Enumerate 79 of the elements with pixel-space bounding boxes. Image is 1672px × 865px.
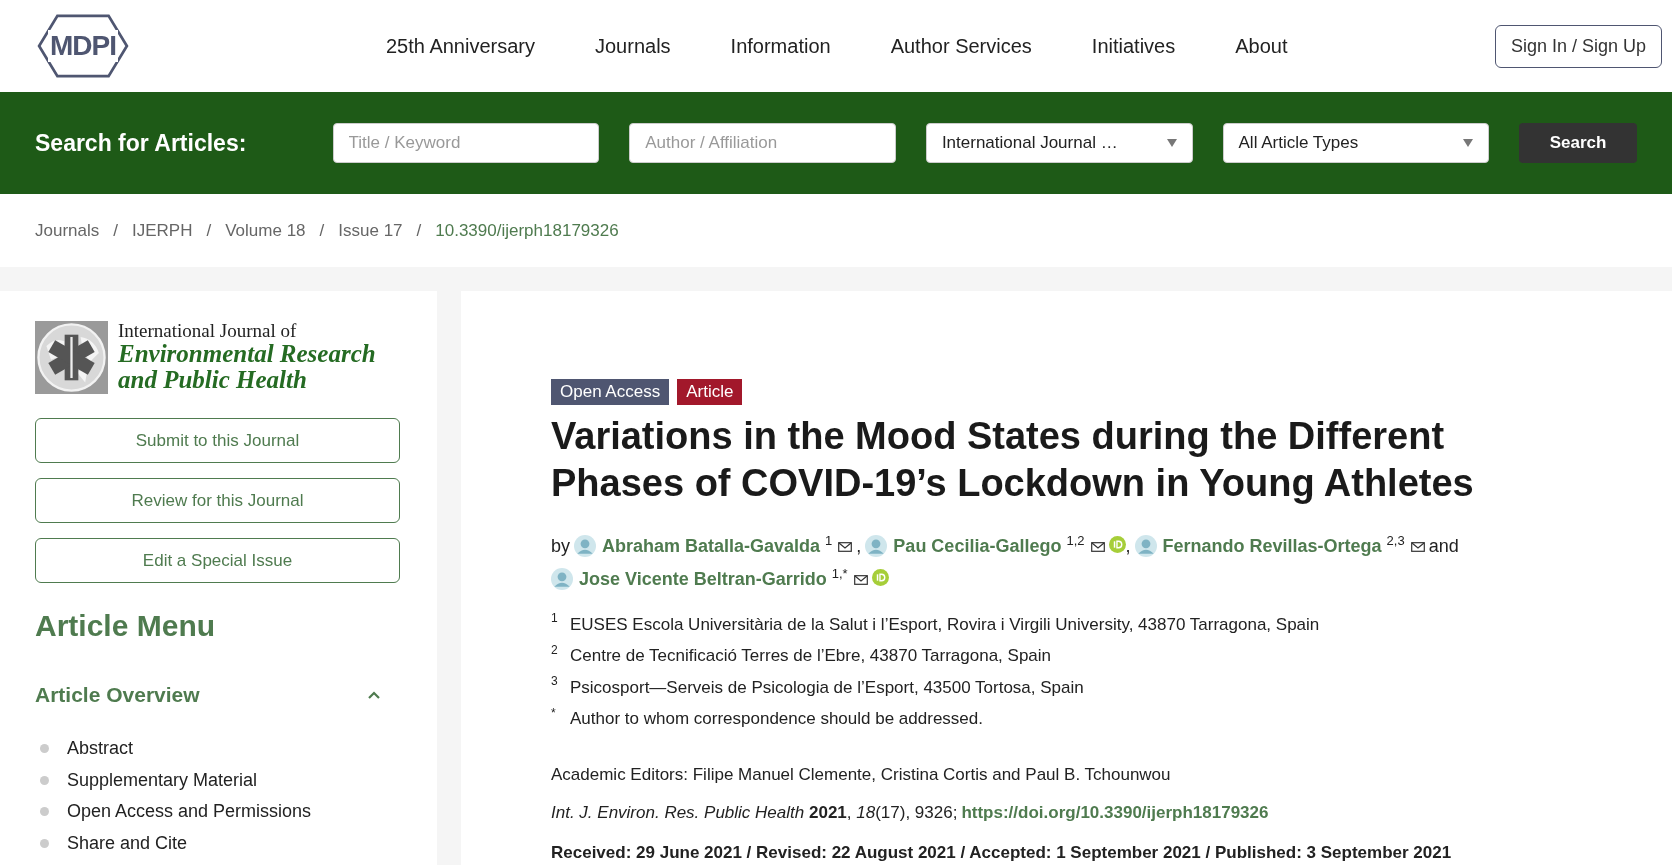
breadcrumb-separator: / — [319, 220, 325, 241]
article-tag: Article — [677, 379, 743, 405]
dates-text: Received: 29 June 2021 / Revised: 22 August 2021 / Accepted: 1 September 2021 / Published: 3 September 2021 — [551, 843, 1453, 863]
mdpi-logo[interactable]: MDPI — [35, 14, 131, 78]
affiliation-text: EUSES Escola Universitària de la Salut i l’Esport, Rovira i Virgili University, 43870 Tarragona, Spain — [570, 614, 1320, 635]
breadcrumb-separator: / — [416, 220, 422, 241]
envelope-icon[interactable] — [838, 542, 853, 552]
envelope-icon[interactable] — [1410, 542, 1425, 552]
menu-link[interactable]: Share and Cite — [67, 832, 188, 854]
breadcrumb-link[interactable]: Journals — [35, 220, 100, 241]
affiliation-mark: * — [551, 705, 557, 720]
affiliation-mark: 3 — [551, 674, 559, 688]
journal-name: Environmental Research — [118, 341, 376, 368]
author-link[interactable]: Fernando Revillas-Ortega — [1162, 536, 1382, 556]
separator-text: , — [856, 536, 862, 556]
hexagon-icon — [35, 14, 131, 78]
author-link[interactable]: Pau Cecilia-Gallego — [893, 536, 1062, 556]
menu-link[interactable]: Open Access and Permissions — [67, 801, 312, 823]
breadcrumb-link[interactable]: IJERPH — [132, 220, 193, 241]
article-title: Variations in the Mood States during the Different Phases of COVID-19’s Lockdown in Young Athletes — [551, 414, 1475, 506]
nav-link[interactable]: Initiatives — [1091, 34, 1176, 58]
byline-text: and — [1428, 536, 1459, 556]
caret-icon — [1166, 139, 1177, 147]
nav-link[interactable]: 25th Anniversary — [386, 34, 535, 58]
avatar-icon — [865, 535, 888, 557]
affiliation-mark: 2,3 — [1386, 533, 1405, 548]
journal-button[interactable]: Submit to this Journal — [35, 418, 400, 463]
search-field[interactable]: Author / Affiliation — [629, 123, 896, 163]
breadcrumb-link[interactable]: 10.3390/ijerph18179326 — [435, 220, 619, 241]
envelope-icon[interactable] — [853, 575, 868, 585]
envelope-icon[interactable] — [1090, 542, 1105, 552]
avatar-icon — [1134, 535, 1157, 557]
menu-link[interactable]: Supplementary Material — [67, 769, 258, 791]
dropdown[interactable]: All Article Types — [1222, 123, 1490, 163]
affiliation-mark: 1 — [825, 533, 833, 548]
affiliation-text: Author to whom correspondence should be addressed. — [570, 709, 983, 730]
affiliation-mark: 2 — [551, 642, 559, 657]
avatar-icon — [574, 535, 596, 557]
affiliation-mark: 1 — [551, 611, 559, 625]
affiliation-text: Psicosport—Serveis de Psicologia de l’Esport, 43500 Tortosa, Spain — [570, 677, 1084, 698]
bullet-icon — [40, 807, 49, 817]
author-link[interactable]: Abraham Batalla-Gavalda — [602, 536, 821, 556]
chevron-icon[interactable] — [368, 691, 380, 699]
search-field[interactable]: Title / Keyword — [332, 123, 600, 163]
journal-button[interactable]: Review for this Journal — [35, 478, 400, 523]
nav-link[interactable]: About — [1235, 34, 1288, 58]
nav-link[interactable]: Journals — [595, 34, 671, 58]
nav-link[interactable]: Author Services — [890, 34, 1032, 58]
breadcrumb-separator: / — [113, 220, 118, 241]
search-label: Search for Articles: — [35, 129, 248, 157]
doi-link[interactable]: https://doi.org/10.3390/ijerph18179326 — [961, 803, 1269, 822]
article-tag: Open Access — [551, 379, 670, 405]
author-link[interactable]: Jose Vicente Beltran-Garrido — [579, 569, 827, 589]
editors-text: Academic Editors: Filipe Manuel Clemente, Cristina Cortis and Paul B. Tchounwou — [551, 765, 1172, 785]
breadcrumb-link[interactable]: Volume 18 — [225, 220, 306, 241]
nav-link[interactable]: Information — [730, 34, 831, 58]
citation-text: Int. J. Environ. Res. Public Health 2021, 18(17), 9326; — [551, 803, 958, 822]
byline-text: by — [551, 536, 570, 556]
journal-button[interactable]: Edit a Special Issue — [35, 538, 400, 583]
affiliation-mark: 1,2 — [1066, 533, 1085, 548]
breadcrumb-separator: / — [206, 220, 212, 241]
affiliation-text: Centre de Tecnificació Terres de l’Ebre, 43870 Tarragona, Spain — [570, 646, 1052, 667]
globe-emblem-icon — [35, 321, 108, 394]
breadcrumb-link[interactable]: Issue 17 — [338, 220, 403, 241]
affiliation-mark: 1,* — [831, 566, 848, 581]
separator-text: , — [1125, 536, 1131, 556]
sign-in-button[interactable]: Sign In / Sign Up — [1494, 24, 1662, 68]
caret-icon — [1463, 139, 1474, 147]
journal-name: and Public Health — [118, 367, 308, 394]
dropdown[interactable]: International Journal … — [925, 123, 1193, 163]
journal-name: International Journal of — [118, 321, 298, 342]
search-button[interactable]: Search — [1519, 123, 1638, 163]
section-title[interactable]: Article Overview — [35, 683, 200, 707]
menu-link[interactable]: Abstract — [67, 738, 134, 760]
avatar-icon — [551, 568, 573, 590]
bullet-icon — [40, 744, 49, 754]
menu-title: Article Menu — [35, 609, 217, 643]
bullet-icon — [40, 775, 49, 785]
bullet-icon — [40, 838, 49, 848]
